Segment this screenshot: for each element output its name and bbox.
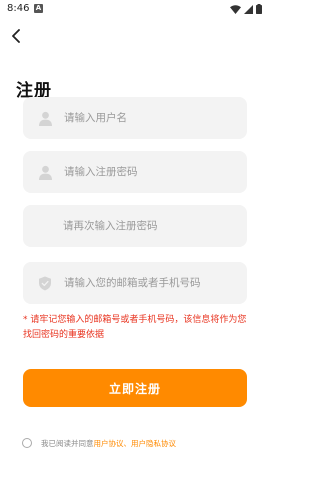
notice-text: * 请牢记您输入的邮箱号或者手机号码，该信息将作为您找回密码的重要依据 xyxy=(23,315,247,340)
register-button[interactable]: 立即注册 xyxy=(23,369,247,407)
password-field[interactable] xyxy=(23,151,247,193)
status-icons xyxy=(230,4,262,14)
agreement-prefix: 我已阅读并同意 xyxy=(41,438,94,448)
wifi-icon xyxy=(230,4,241,14)
signal-icon xyxy=(244,4,253,14)
status-bar: 8:46 A xyxy=(0,0,270,20)
username-input[interactable] xyxy=(64,112,234,124)
privacy-agreement-link[interactable]: 用户隐私协议 xyxy=(131,438,176,449)
user-icon xyxy=(37,110,53,126)
confirm-password-input[interactable] xyxy=(63,220,233,232)
agreement-radio[interactable] xyxy=(22,438,32,448)
confirm-password-field[interactable] xyxy=(23,205,247,247)
agreement-separator: 、 xyxy=(123,438,132,448)
notification-a-icon: A xyxy=(34,4,43,13)
agreement-row: 我已阅读并同意 用户协议 、 用户隐私协议 xyxy=(22,437,176,449)
status-time: 8:46 xyxy=(7,3,30,14)
user-agreement-link[interactable]: 用户协议 xyxy=(94,438,124,449)
back-button[interactable] xyxy=(6,26,26,46)
username-field[interactable] xyxy=(23,97,247,139)
chevron-left-icon xyxy=(12,29,20,43)
battery-icon xyxy=(256,4,262,14)
user-icon xyxy=(37,164,53,180)
shield-check-icon xyxy=(37,275,53,291)
password-input[interactable] xyxy=(64,166,234,178)
contact-field[interactable] xyxy=(23,262,247,304)
contact-input[interactable] xyxy=(64,277,234,289)
